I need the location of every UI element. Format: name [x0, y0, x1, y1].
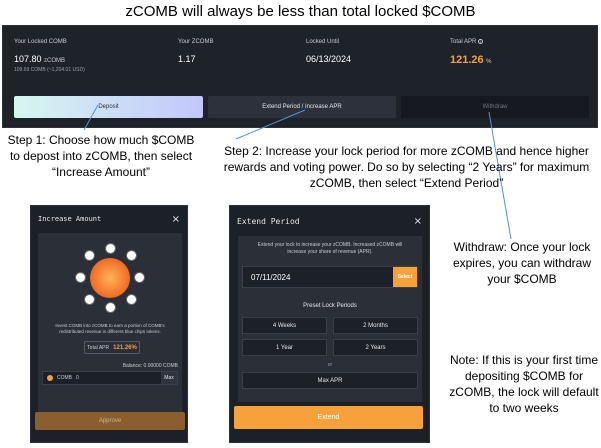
modal-body: Invest COMB into zCOMB to earn a portion… [38, 233, 182, 419]
locked-comb-unit: zCOMB [44, 58, 66, 64]
token-coin-icon [75, 272, 86, 283]
stat-value: 121.26 % [450, 54, 492, 66]
stat-apr: Total APR i 121.26 % [450, 39, 492, 66]
token-coin-icon [126, 250, 137, 261]
comb-logo-ring [75, 243, 145, 313]
dashboard-panel: Your Locked COMB 107.80 zCOMB 109.69 COM… [2, 25, 598, 128]
preset-2-years[interactable]: 2 Years [333, 339, 418, 356]
apr-label: Total APR [450, 39, 477, 45]
stat-value: 107.80 zCOMB [14, 54, 85, 64]
locked-comb-value: 107.80 [14, 54, 42, 64]
annotation-step1: Step 1: Choose how much $COMB to depost … [7, 133, 195, 179]
stat-locked-until: Locked Until 06/13/2024 [306, 39, 351, 64]
extend-period-modal: Extend Period × Extend your lock to incr… [229, 205, 430, 443]
stat-zcomb: Your ZCOMB 1.17 [178, 39, 213, 64]
token-coin-icon [126, 294, 137, 305]
max-button[interactable]: Max [161, 372, 177, 384]
tab-withdraw[interactable]: Withdraw [401, 96, 589, 118]
stat-locked-comb: Your Locked COMB 107.80 zCOMB 109.69 COM… [14, 39, 85, 73]
stat-label: Your ZCOMB [178, 39, 214, 45]
apr-unit: % [486, 59, 492, 65]
date-value: 07/11/2024 [251, 272, 291, 282]
apr-box-value: 121.26% [113, 344, 137, 351]
approve-button[interactable]: Approve [35, 412, 185, 430]
comb-token-icon [47, 375, 53, 381]
amount-input[interactable]: COMB 0 Max [42, 371, 178, 385]
tab-extend-period[interactable]: Extend Period / Increase APR [208, 96, 396, 118]
preset-title: Preset Lock Periods [303, 303, 357, 309]
stat-value: 06/13/2024 [306, 54, 352, 64]
info-icon[interactable]: i [478, 39, 484, 44]
or-divider: or [327, 362, 333, 368]
balance-text: Balance: 0.00000 COMB [122, 363, 178, 369]
increase-amount-modal: Increase Amount × Invest COMB into zCOMB… [30, 205, 188, 443]
stat-label: Locked Until [306, 39, 340, 45]
stat-sub: 109.69 COMB (~1,204.01 USD) [14, 67, 85, 73]
preset-4-weeks[interactable]: 4 Weeks [242, 317, 327, 334]
apr-box: Total APR 121.26% [84, 341, 140, 354]
modal-title: Extend Period [237, 216, 300, 226]
annotation-step2: Step 2: Increase your lock period for mo… [223, 144, 590, 190]
token-label: COMB [57, 375, 72, 381]
comb-token-icon [90, 258, 130, 298]
preset-2-months[interactable]: 2 Months [333, 317, 418, 334]
modal-description: Invest COMB into zCOMB to earn a portion… [55, 323, 165, 334]
close-icon[interactable]: × [414, 216, 422, 227]
tab-deposit[interactable]: Deposit [14, 96, 203, 118]
stat-label: Total APR i [450, 39, 492, 45]
page-title: zCOMB will always be less than total loc… [125, 3, 476, 20]
token-coin-icon [84, 294, 95, 305]
date-input[interactable]: 07/11/2024 Select [242, 266, 418, 288]
stat-value: 1.17 [178, 54, 196, 64]
close-icon[interactable]: × [172, 214, 180, 225]
preset-1-year[interactable]: 1 Year [242, 339, 327, 356]
modal-header: Increase Amount × [31, 206, 187, 232]
modal-description: Extend your lock to increase your zCOMB.… [257, 242, 403, 255]
apr-box-label: Total APR [87, 344, 110, 351]
apr-value: 121.26 [450, 54, 484, 66]
amount-value: 0 [76, 375, 79, 381]
modal-title: Increase Amount [38, 215, 102, 223]
token-coin-icon [84, 250, 95, 261]
modal-header: Extend Period × [230, 206, 429, 236]
select-button[interactable]: Select [393, 267, 417, 287]
token-coin-icon [105, 243, 116, 254]
max-apr-button[interactable]: Max APR [242, 372, 418, 389]
annotation-withdraw: Withdraw: Once your lock expires, you ca… [452, 240, 592, 286]
annotation-note: Note: If this is your first time deposit… [449, 353, 599, 415]
extend-button[interactable]: Extend [234, 406, 423, 429]
token-coin-icon [134, 272, 145, 283]
stat-label: Your Locked COMB [14, 39, 67, 45]
token-coin-icon [105, 302, 116, 313]
modal-body: Extend your lock to increase your zCOMB.… [238, 236, 422, 402]
